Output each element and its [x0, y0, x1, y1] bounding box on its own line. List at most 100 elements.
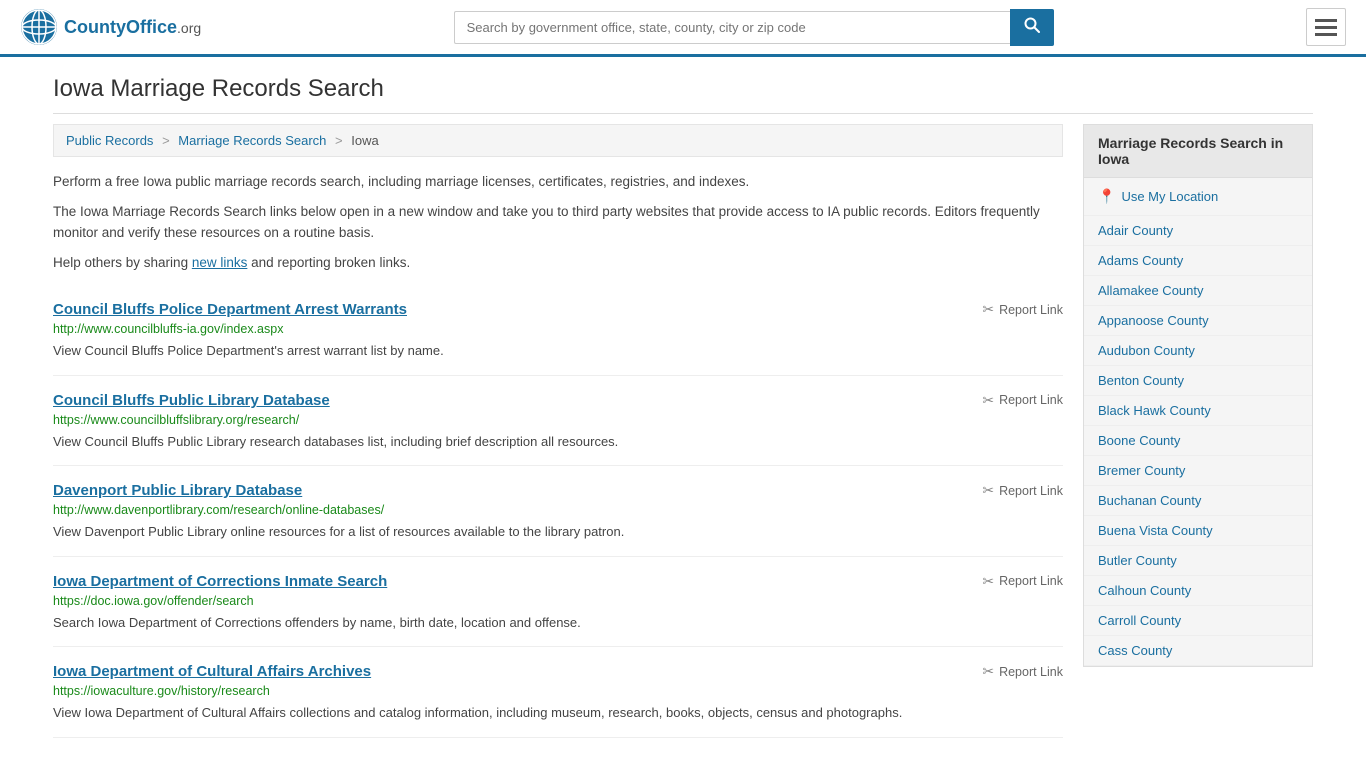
- list-item: Butler County: [1084, 546, 1312, 576]
- result-item: Council Bluffs Public Library Database ✂…: [53, 376, 1063, 467]
- result-url[interactable]: https://doc.iowa.gov/offender/search: [53, 594, 1063, 608]
- result-header: Iowa Department of Corrections Inmate Se…: [53, 573, 1063, 590]
- county-link[interactable]: Calhoun County: [1084, 576, 1312, 605]
- bc-separator: >: [335, 133, 343, 148]
- list-item: Audubon County: [1084, 336, 1312, 366]
- county-link[interactable]: Bremer County: [1084, 456, 1312, 485]
- county-link[interactable]: Cass County: [1084, 636, 1312, 665]
- list-item: Adams County: [1084, 246, 1312, 276]
- result-header: Iowa Department of Cultural Affairs Arch…: [53, 663, 1063, 680]
- result-url[interactable]: http://www.councilbluffs-ia.gov/index.as…: [53, 322, 1063, 336]
- result-header: Council Bluffs Public Library Database ✂…: [53, 392, 1063, 409]
- list-item: Appanoose County: [1084, 306, 1312, 336]
- desc-para-1: Perform a free Iowa public marriage reco…: [53, 171, 1063, 193]
- county-link[interactable]: Audubon County: [1084, 336, 1312, 365]
- logo-text: CountyOffice.org: [64, 17, 201, 38]
- result-url[interactable]: https://www.councilbluffslibrary.org/res…: [53, 413, 1063, 427]
- report-label: Report Link: [999, 303, 1063, 317]
- result-desc: Search Iowa Department of Corrections of…: [53, 613, 1063, 633]
- report-link-button[interactable]: ✂ Report Link: [982, 573, 1063, 590]
- search-area: [454, 9, 1054, 46]
- report-link-button[interactable]: ✂ Report Link: [982, 482, 1063, 499]
- report-link-button[interactable]: ✂ Report Link: [982, 663, 1063, 680]
- hamburger-line: [1315, 33, 1337, 36]
- sidebar-box: Marriage Records Search in Iowa 📍 Use My…: [1083, 124, 1313, 667]
- county-link[interactable]: Butler County: [1084, 546, 1312, 575]
- scissors-icon: ✂: [982, 573, 994, 590]
- report-link-button[interactable]: ✂ Report Link: [982, 392, 1063, 409]
- scissors-icon: ✂: [982, 392, 994, 409]
- scissors-icon: ✂: [982, 301, 994, 318]
- result-desc: View Iowa Department of Cultural Affairs…: [53, 703, 1063, 723]
- county-link[interactable]: Buena Vista County: [1084, 516, 1312, 545]
- desc-3-after: and reporting broken links.: [247, 255, 410, 270]
- list-item: Bremer County: [1084, 456, 1312, 486]
- sidebar: Marriage Records Search in Iowa 📍 Use My…: [1083, 114, 1313, 738]
- page-title: Iowa Marriage Records Search: [53, 57, 1313, 114]
- result-item: Iowa Department of Cultural Affairs Arch…: [53, 647, 1063, 738]
- content-layout: Public Records > Marriage Records Search…: [53, 114, 1313, 738]
- report-link-button[interactable]: ✂ Report Link: [982, 301, 1063, 318]
- list-item: Cass County: [1084, 636, 1312, 666]
- search-input[interactable]: [454, 11, 1010, 44]
- hamburger-line: [1315, 19, 1337, 22]
- desc-para-3: Help others by sharing new links and rep…: [53, 252, 1063, 274]
- sidebar-header: Marriage Records Search in Iowa: [1084, 125, 1312, 178]
- list-item: Boone County: [1084, 426, 1312, 456]
- result-title[interactable]: Council Bluffs Police Department Arrest …: [53, 301, 407, 318]
- breadcrumb-marriage-records[interactable]: Marriage Records Search: [178, 133, 326, 148]
- list-item: Allamakee County: [1084, 276, 1312, 306]
- search-button[interactable]: [1010, 9, 1054, 46]
- result-desc: View Council Bluffs Police Department's …: [53, 341, 1063, 361]
- description: Perform a free Iowa public marriage reco…: [53, 171, 1063, 273]
- hamburger-line: [1315, 26, 1337, 29]
- list-item: Calhoun County: [1084, 576, 1312, 606]
- main-wrapper: Iowa Marriage Records Search Public Reco…: [33, 57, 1333, 738]
- desc-3-before: Help others by sharing: [53, 255, 192, 270]
- county-link[interactable]: Appanoose County: [1084, 306, 1312, 335]
- county-link[interactable]: Allamakee County: [1084, 276, 1312, 305]
- logo-area: CountyOffice.org: [20, 8, 201, 46]
- results-list: Council Bluffs Police Department Arrest …: [53, 285, 1063, 738]
- header: CountyOffice.org: [0, 0, 1366, 57]
- list-item: Benton County: [1084, 366, 1312, 396]
- list-item: Adair County: [1084, 216, 1312, 246]
- use-my-location-label: Use My Location: [1121, 189, 1218, 204]
- result-header: Davenport Public Library Database ✂ Repo…: [53, 482, 1063, 499]
- report-label: Report Link: [999, 665, 1063, 679]
- county-link[interactable]: Carroll County: [1084, 606, 1312, 635]
- breadcrumb: Public Records > Marriage Records Search…: [53, 124, 1063, 157]
- result-desc: View Council Bluffs Public Library resea…: [53, 432, 1063, 452]
- result-header: Council Bluffs Police Department Arrest …: [53, 301, 1063, 318]
- result-url[interactable]: https://iowaculture.gov/history/research: [53, 684, 1063, 698]
- location-pin-icon: 📍: [1098, 188, 1115, 205]
- county-link[interactable]: Adams County: [1084, 246, 1312, 275]
- scissors-icon: ✂: [982, 663, 994, 680]
- result-title[interactable]: Iowa Department of Cultural Affairs Arch…: [53, 663, 371, 680]
- result-url[interactable]: http://www.davenportlibrary.com/research…: [53, 503, 1063, 517]
- hamburger-button[interactable]: [1306, 8, 1346, 46]
- search-icon: [1024, 17, 1040, 33]
- result-item: Davenport Public Library Database ✂ Repo…: [53, 466, 1063, 557]
- breadcrumb-public-records[interactable]: Public Records: [66, 133, 153, 148]
- report-label: Report Link: [999, 393, 1063, 407]
- county-list: Adair CountyAdams CountyAllamakee County…: [1084, 216, 1312, 666]
- county-link[interactable]: Adair County: [1084, 216, 1312, 245]
- county-link[interactable]: Black Hawk County: [1084, 396, 1312, 425]
- sidebar-location[interactable]: 📍 Use My Location: [1084, 178, 1312, 216]
- result-title[interactable]: Council Bluffs Public Library Database: [53, 392, 330, 409]
- result-title[interactable]: Davenport Public Library Database: [53, 482, 302, 499]
- scissors-icon: ✂: [982, 482, 994, 499]
- list-item: Buena Vista County: [1084, 516, 1312, 546]
- logo-icon: [20, 8, 58, 46]
- county-link[interactable]: Boone County: [1084, 426, 1312, 455]
- county-link[interactable]: Buchanan County: [1084, 486, 1312, 515]
- bc-separator: >: [162, 133, 170, 148]
- result-title[interactable]: Iowa Department of Corrections Inmate Se…: [53, 573, 387, 590]
- list-item: Carroll County: [1084, 606, 1312, 636]
- list-item: Black Hawk County: [1084, 396, 1312, 426]
- report-label: Report Link: [999, 484, 1063, 498]
- county-link[interactable]: Benton County: [1084, 366, 1312, 395]
- main-content: Public Records > Marriage Records Search…: [53, 114, 1063, 738]
- new-links-link[interactable]: new links: [192, 255, 248, 270]
